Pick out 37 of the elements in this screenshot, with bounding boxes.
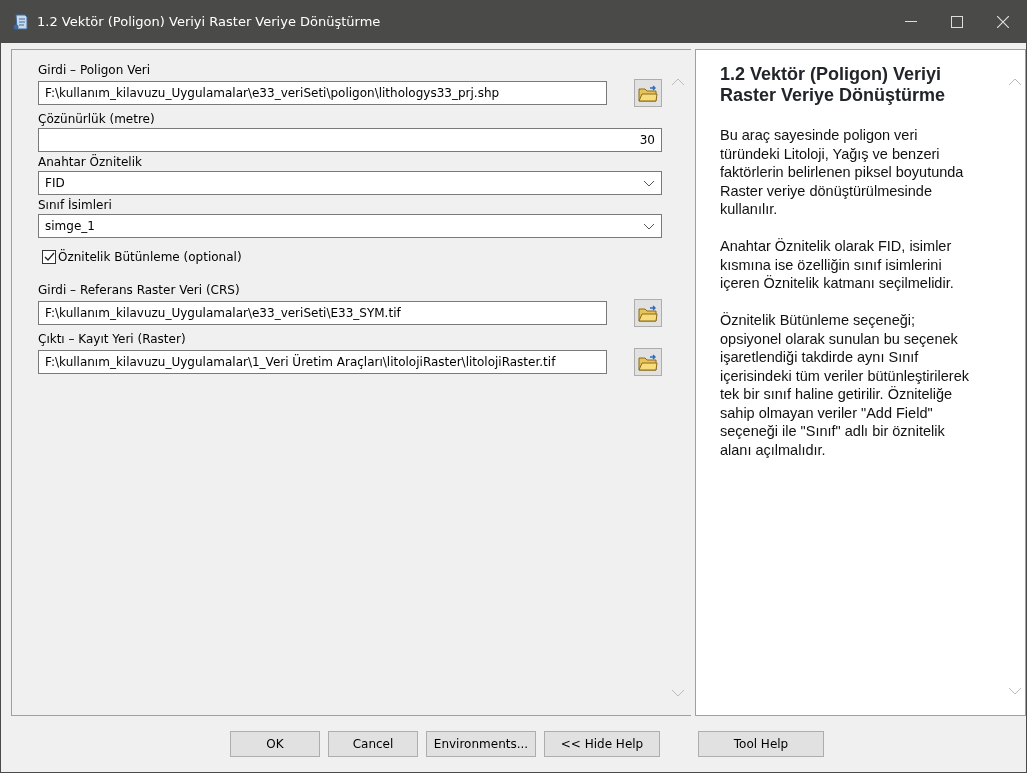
- help-paragraph: Öznitelik Bütünleme seçeneği; opsiyonel olarak sunulan bu seçenek işaretlendiği takdirde aynı Sınıf içerisindeki tüm veriler bütünleştirilerek tek bir sınıf haline getirilir. Özniteliğe sahip olmayan veriler "Add Field" seçeneği ile "Sınıf" adlı bir öznitelik alanı açılmalıdır.: [720, 311, 970, 459]
- close-icon[interactable]: [997, 16, 1009, 28]
- help-paragraph: Anahtar Öznitelik olarak FID, isimler kısmına ise özelliğin sınıf isimlerini içeren Öznitelik katmanı seçilmelidir.: [720, 237, 955, 293]
- dialog-button[interactable]: << Hide Help: [544, 731, 660, 757]
- field-label: Çıktı – Kayıt Yeri (Raster): [38, 331, 186, 347]
- number-field[interactable]: 30: [38, 128, 662, 152]
- checkbox[interactable]: [42, 250, 56, 264]
- file-path-field[interactable]: F:\kullanım_kilavuzu_Uygulamalar\e33_veriSeti\E33_SYM.tif: [38, 301, 607, 325]
- minimize-icon[interactable]: [905, 21, 917, 23]
- field-label: Girdi – Poligon Veri: [38, 62, 151, 78]
- app-icon: [13, 13, 29, 31]
- dropdown[interactable]: simge_1: [38, 214, 662, 238]
- dropdown[interactable]: FID: [38, 171, 662, 195]
- caret-icon: [643, 222, 655, 230]
- field-label: Çözünürlük (metre): [38, 111, 155, 127]
- field-label: Anahtar Öznitelik: [38, 154, 142, 170]
- file-path-field[interactable]: F:\kullanım_kilavuzu_Uygulamalar\1_Veri Üretim Araçları\litolojiRaster\litolojiRaster.tif: [38, 350, 607, 374]
- maximize-icon[interactable]: [951, 16, 963, 28]
- scroll-up-icon[interactable]: [671, 78, 685, 86]
- browse-button[interactable]: [634, 348, 662, 376]
- caret-icon: [643, 179, 655, 187]
- dialog-button[interactable]: OK: [230, 731, 320, 757]
- window-title: 1.2 Vektör (Poligon) Veriyi Raster Veriye Dönüştürme: [36, 13, 381, 32]
- scroll-down-icon[interactable]: [671, 689, 685, 697]
- help-title: 1.2 Vektör (Poligon) Veriyi Raster Veriye Dönüştürme: [720, 64, 947, 106]
- browse-button[interactable]: [634, 79, 662, 107]
- field-label: Sınıf İsimleri: [38, 197, 112, 213]
- scroll-down-icon[interactable]: [1008, 687, 1022, 695]
- scroll-up-icon[interactable]: [1008, 78, 1022, 86]
- field-label: Girdi – Referans Raster Veri (CRS): [38, 282, 240, 298]
- dialog-button[interactable]: Tool Help: [698, 731, 824, 757]
- checkbox-label: Öznitelik Bütünleme (optional): [58, 248, 242, 266]
- browse-button[interactable]: [634, 299, 662, 327]
- dialog-button[interactable]: Environments...: [426, 731, 536, 757]
- dialog-button[interactable]: Cancel: [328, 731, 418, 757]
- file-path-field[interactable]: F:\kullanım_kilavuzu_Uygulamalar\e33_veriSeti\poligon\lithologys33_prj.shp: [38, 81, 607, 105]
- help-paragraph: Bu araç sayesinde poligon veri türündeki Litoloji, Yağış ve benzeri faktörlerin belirlenen piksel boyutunda Raster veriye dönüştürülmesinde kullanılır.: [720, 126, 965, 219]
